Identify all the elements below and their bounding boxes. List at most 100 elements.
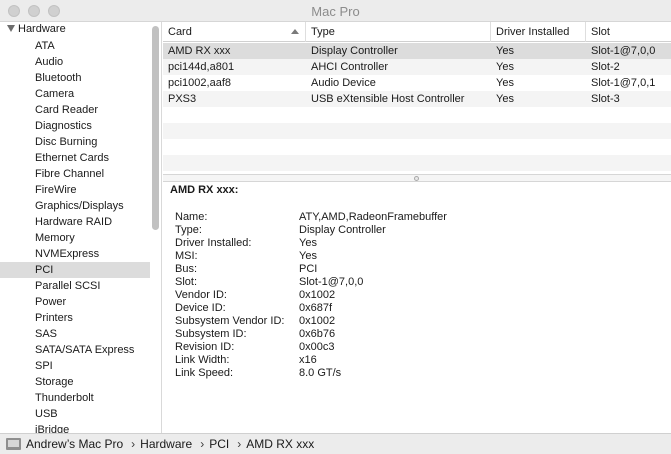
detail-field-key: Subsystem Vendor ID: bbox=[175, 315, 285, 327]
column-header-type[interactable]: Type bbox=[306, 22, 491, 42]
detail-field-key: Link Width: bbox=[175, 354, 230, 366]
detail-field-key: Driver Installed: bbox=[175, 237, 252, 249]
breadcrumb-item[interactable]: PCI bbox=[209, 437, 229, 451]
table-cell-driver: Yes bbox=[496, 93, 514, 105]
detail-field-key: Slot: bbox=[175, 276, 198, 288]
detail-field-value: 0x1002 bbox=[299, 289, 336, 301]
detail-field-row: Link Width: x16 bbox=[175, 354, 665, 367]
sidebar-item-firewire[interactable]: FireWire bbox=[0, 182, 150, 198]
detail-field-key: MSI: bbox=[175, 250, 198, 262]
detail-field-value: x16 bbox=[299, 354, 317, 366]
column-header-label: Driver Installed bbox=[496, 26, 570, 38]
column-header-slot[interactable]: Slot bbox=[586, 22, 671, 42]
detail-field-key: Revision ID: bbox=[175, 341, 235, 353]
detail-field-row: Device ID: 0x687f bbox=[175, 302, 665, 315]
sidebar-item-storage[interactable]: Storage bbox=[0, 374, 150, 390]
sidebar-item-parallel-scsi[interactable]: Parallel SCSI bbox=[0, 278, 150, 294]
breadcrumb-item[interactable]: AMD RX xxx bbox=[246, 437, 314, 451]
detail-field-value: PCI bbox=[299, 263, 318, 275]
table-cell-driver: Yes bbox=[496, 77, 514, 89]
detail-field-key: Bus: bbox=[175, 263, 198, 275]
sidebar-item-diagnostics[interactable]: Diagnostics bbox=[0, 118, 150, 134]
table-cell-slot: Slot-1@7,0,0 bbox=[591, 45, 656, 57]
column-header-card[interactable]: Card bbox=[163, 22, 306, 42]
sidebar-item-disc-burning[interactable]: Disc Burning bbox=[0, 134, 150, 150]
sidebar-item-ata[interactable]: ATA bbox=[0, 38, 150, 54]
table-cell-slot: Slot-2 bbox=[591, 61, 620, 73]
detail-field-row: Subsystem ID: 0x6b76 bbox=[175, 328, 665, 341]
detail-field-row: Driver Installed: Yes bbox=[175, 237, 665, 250]
sidebar-item-usb[interactable]: USB bbox=[0, 406, 150, 422]
detail-field-row: MSI: Yes bbox=[175, 250, 665, 263]
detail-field-row: Name: ATY,AMD,RadeonFramebuffer bbox=[175, 211, 665, 224]
detail-field-value: Slot-1@7,0,0 bbox=[299, 276, 364, 288]
detail-field-value: 0x6b76 bbox=[299, 328, 336, 340]
sidebar-item-ibridge[interactable]: iBridge bbox=[0, 422, 150, 433]
sidebar-item-spi[interactable]: SPI bbox=[0, 358, 150, 374]
sidebar-item-fibre-channel[interactable]: Fibre Channel bbox=[0, 166, 150, 182]
sidebar-item-sata-sata-express[interactable]: SATA/SATA Express bbox=[0, 342, 150, 358]
breadcrumb-item[interactable]: Andrew’s Mac Pro bbox=[26, 437, 123, 451]
column-header-label: Slot bbox=[591, 26, 610, 38]
table-cell-type: Audio Device bbox=[311, 77, 376, 89]
table-row[interactable]: AMD RX xxx Display Controller Yes Slot-1@7,… bbox=[163, 43, 671, 59]
detail-field-value: 0x687f bbox=[299, 302, 333, 314]
detail-field-row: Type: Display Controller bbox=[175, 224, 665, 237]
sidebar-scrollbar[interactable] bbox=[152, 26, 159, 230]
detail-field-row: Subsystem Vendor ID: 0x1002 bbox=[175, 315, 665, 328]
sidebar-item-nvmexpress[interactable]: NVMExpress bbox=[0, 246, 150, 262]
sidebar: Hardware ATA Audio Bluetooth Camera Card Rea… bbox=[0, 22, 162, 433]
empty-table-row bbox=[163, 155, 671, 171]
sidebar-item-bluetooth[interactable]: Bluetooth bbox=[0, 70, 150, 86]
detail-field-row: Revision ID: 0x00c3 bbox=[175, 341, 665, 354]
table-cell-type: AHCI Controller bbox=[311, 61, 389, 73]
table-row[interactable]: pci1002,aaf8 Audio Device Yes Slot-1@7,0,1 bbox=[163, 75, 671, 91]
empty-table-row bbox=[163, 123, 671, 139]
devices-table: Card Type Driver Installed Slot AMD RX x… bbox=[163, 22, 671, 174]
detail-field-row: Slot: Slot-1@7,0,0 bbox=[175, 276, 665, 289]
sidebar-item-graphics-displays[interactable]: Graphics/Displays bbox=[0, 198, 150, 214]
detail-field-key: Type: bbox=[175, 224, 202, 236]
sidebar-item-hardware-raid[interactable]: Hardware RAID bbox=[0, 214, 150, 230]
empty-table-row bbox=[163, 107, 671, 123]
table-row[interactable]: PXS3 USB eXtensible Host Controller Yes Slo… bbox=[163, 91, 671, 107]
table-cell-card: PXS3 bbox=[168, 93, 197, 105]
sidebar-item-audio[interactable]: Audio bbox=[0, 54, 150, 70]
path-bar: Andrew’s Mac Pro › Hardware › PCI › AMD RX xxx bbox=[0, 433, 671, 454]
sidebar-item-sas[interactable]: SAS bbox=[0, 326, 150, 342]
detail-field-key: Device ID: bbox=[175, 302, 226, 314]
column-header-driver-installed[interactable]: Driver Installed bbox=[491, 22, 586, 42]
detail-field-row: Vendor ID: 0x1002 bbox=[175, 289, 665, 302]
detail-field-value: Yes bbox=[299, 237, 317, 249]
table-cell-slot: Slot-1@7,0,1 bbox=[591, 77, 656, 89]
sidebar-item-printers[interactable]: Printers bbox=[0, 310, 150, 326]
sidebar-item-ethernet-cards[interactable]: Ethernet Cards bbox=[0, 150, 150, 166]
sidebar-item-thunderbolt[interactable]: Thunderbolt bbox=[0, 390, 150, 406]
pane-splitter[interactable] bbox=[163, 174, 671, 182]
detail-field-key: Link Speed: bbox=[175, 367, 234, 379]
sidebar-group-hardware[interactable]: Hardware bbox=[0, 22, 150, 38]
window-title: Mac Pro bbox=[311, 4, 360, 19]
table-row[interactable]: pci144d,a801 AHCI Controller Yes Slot-2 bbox=[163, 59, 671, 75]
sidebar-item-memory[interactable]: Memory bbox=[0, 230, 150, 246]
title-bar: Mac Pro bbox=[0, 0, 671, 22]
sidebar-item-power[interactable]: Power bbox=[0, 294, 150, 310]
sidebar-item-camera[interactable]: Camera bbox=[0, 86, 150, 102]
sidebar-list: ATA Audio Bluetooth Camera Card Reader Diagno… bbox=[0, 38, 150, 433]
detail-field-key: Subsystem ID: bbox=[175, 328, 247, 340]
breadcrumb-item[interactable]: Hardware bbox=[140, 437, 192, 451]
disclosure-triangle-icon[interactable] bbox=[7, 25, 15, 32]
table-cell-slot: Slot-3 bbox=[591, 93, 620, 105]
sidebar-item-pci[interactable]: PCI bbox=[0, 262, 150, 278]
detail-field-row: Bus: PCI bbox=[175, 263, 665, 276]
detail-field-key: Vendor ID: bbox=[175, 289, 227, 301]
column-header-label: Card bbox=[168, 26, 192, 38]
detail-field-value: 0x00c3 bbox=[299, 341, 335, 353]
splitter-handle-icon[interactable] bbox=[414, 176, 419, 181]
detail-field-value: Yes bbox=[299, 250, 317, 262]
table-cell-card: pci1002,aaf8 bbox=[168, 77, 231, 89]
detail-title: AMD RX xxx: bbox=[170, 184, 239, 196]
sidebar-item-card-reader[interactable]: Card Reader bbox=[0, 102, 150, 118]
detail-field-value: 8.0 GT/s bbox=[299, 367, 342, 379]
breadcrumb: Andrew’s Mac Pro › Hardware › PCI › AMD RX xxx bbox=[26, 437, 314, 451]
